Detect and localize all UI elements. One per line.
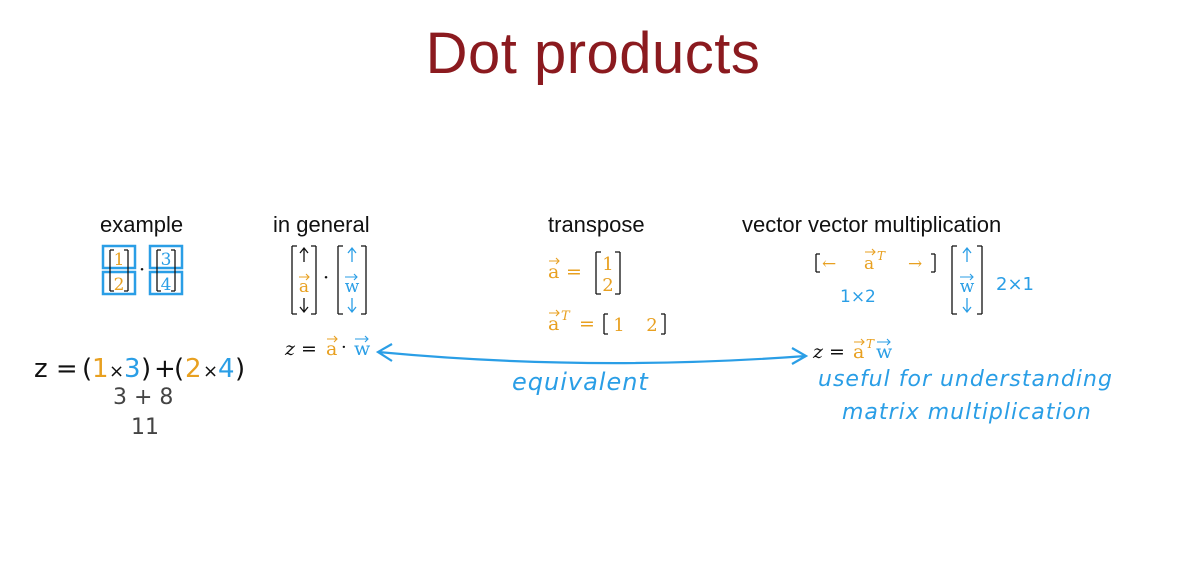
useful-note-line-1: useful for understanding — [818, 367, 1113, 392]
vvm-left-arrow: ← — [822, 254, 836, 274]
example-vec2-item-1: 3 — [161, 250, 172, 270]
example-eq-value: 2 — [185, 354, 202, 384]
transpose-a-equals: = — [566, 261, 582, 283]
transpose-aT-equals: = — [579, 313, 595, 335]
equivalent-arrow — [375, 343, 809, 365]
general-w-label: w — [345, 277, 360, 297]
transpose-aT-label: a — [548, 313, 559, 335]
useful-note-line-2: matrix multiplication — [842, 400, 1092, 425]
general-dot-symbol: · — [323, 265, 329, 289]
example-vec2-item-2: 4 — [161, 275, 172, 295]
vvm-row-dimension: 1×2 — [840, 287, 876, 307]
transpose-a-item-2: 2 — [602, 275, 613, 296]
example-eq-value: 1 — [92, 354, 109, 384]
example-eq-paren: ( — [174, 354, 184, 384]
vvm-eq-superscript: T — [866, 337, 875, 351]
vvm-row-superscript: T — [877, 249, 886, 263]
vvm-right-arrow: → — [908, 254, 922, 274]
example-vec1-item-2: 2 — [114, 275, 125, 295]
vvm-eq-z: z = — [812, 341, 845, 363]
example-eq-value: 4 — [218, 354, 235, 384]
vvm-eq-w: w — [876, 341, 893, 363]
example-eq-times: × — [109, 361, 124, 382]
equivalent-note: equivalent — [512, 368, 649, 396]
general-equation: z = a · w — [284, 335, 371, 360]
math-drawing: 1 2 3 4 · z = ( 1 × 3 ) + ( 2 × 4 ) 3 + … — [34, 244, 1034, 440]
vvm-row-label: a — [864, 254, 874, 274]
general-eq-dot: · — [341, 337, 347, 358]
general-eq-a: a — [326, 338, 337, 360]
example-eq-paren: ) — [141, 354, 151, 384]
example-step: 3 + 8 — [113, 385, 173, 410]
example-eq-value: 3 — [124, 354, 141, 384]
transpose-aT-item-1: 1 — [613, 315, 624, 336]
vvm-block: ← a T → 1×2 w 2×1 z = a T w — [812, 245, 1034, 363]
general-eq-w: w — [354, 338, 371, 360]
transpose-a-item-1: 1 — [602, 254, 613, 275]
general-vectors: a · w — [291, 245, 367, 315]
example-eq-paren: ( — [82, 354, 92, 384]
transpose-aT-superscript: T — [561, 309, 571, 324]
example-dot-symbol: · — [139, 257, 145, 281]
general-eq-z: z = — [284, 338, 317, 360]
vvm-col-label: w — [960, 277, 975, 297]
vvm-eq-a: a — [853, 341, 864, 363]
transpose-a-label: a — [548, 261, 559, 283]
vvm-col-dimension: 2×1 — [996, 274, 1034, 295]
example-eq-z: z = — [34, 354, 78, 384]
example-result: 11 — [131, 415, 159, 440]
example-eq-paren: ) — [235, 354, 245, 384]
example-vectors: 1 2 3 4 · — [101, 244, 184, 296]
example-eq-plus: + — [154, 354, 176, 384]
general-a-label: a — [299, 277, 309, 297]
example-eq-times: × — [203, 361, 218, 382]
transpose-block: a = 1 2 a T = 1 2 — [548, 251, 666, 336]
example-equation: z = ( 1 × 3 ) + ( 2 × 4 ) 3 + 8 11 — [34, 354, 245, 440]
example-vec1-item-1: 1 — [114, 250, 125, 270]
transpose-aT-item-2: 2 — [646, 315, 657, 336]
